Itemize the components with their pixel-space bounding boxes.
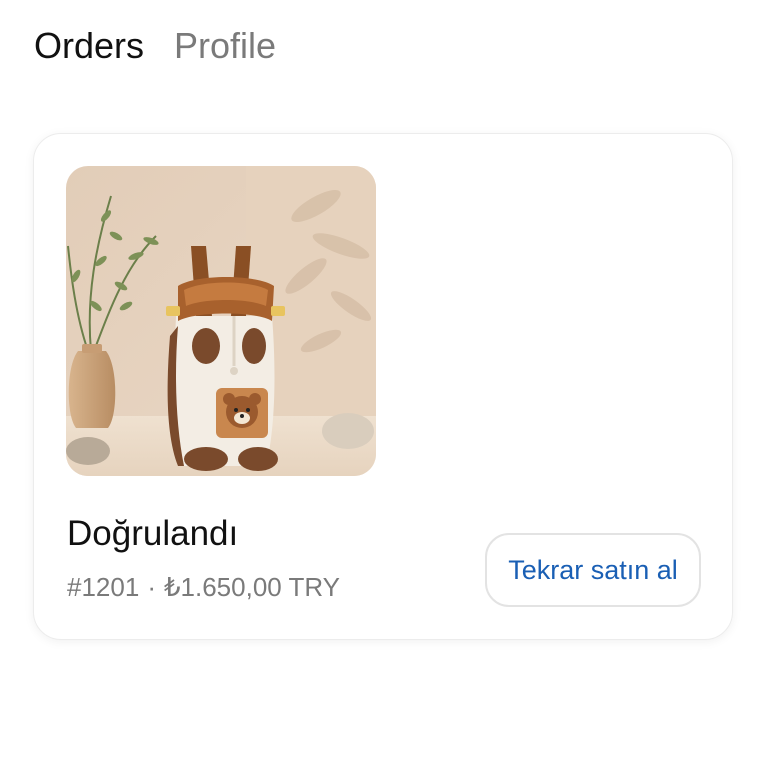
product-image[interactable] [66, 166, 376, 476]
order-number: #1201 [67, 572, 140, 602]
buy-again-button[interactable]: Tekrar satın al [485, 533, 701, 607]
meta-separator: · [147, 572, 156, 602]
order-price: ₺1.650,00 TRY [163, 572, 341, 602]
tab-profile[interactable]: Profile [174, 22, 276, 70]
tab-orders[interactable]: Orders [34, 22, 144, 70]
pet-carrier-backpack-image [66, 166, 376, 476]
order-card[interactable]: Doğrulandı #1201 · ₺1.650,00 TRY Tekrar … [33, 133, 733, 640]
order-status: Doğrulandı [67, 514, 239, 553]
order-meta: #1201 · ₺1.650,00 TRY [67, 570, 340, 604]
top-tabs: Orders Profile [34, 22, 276, 70]
